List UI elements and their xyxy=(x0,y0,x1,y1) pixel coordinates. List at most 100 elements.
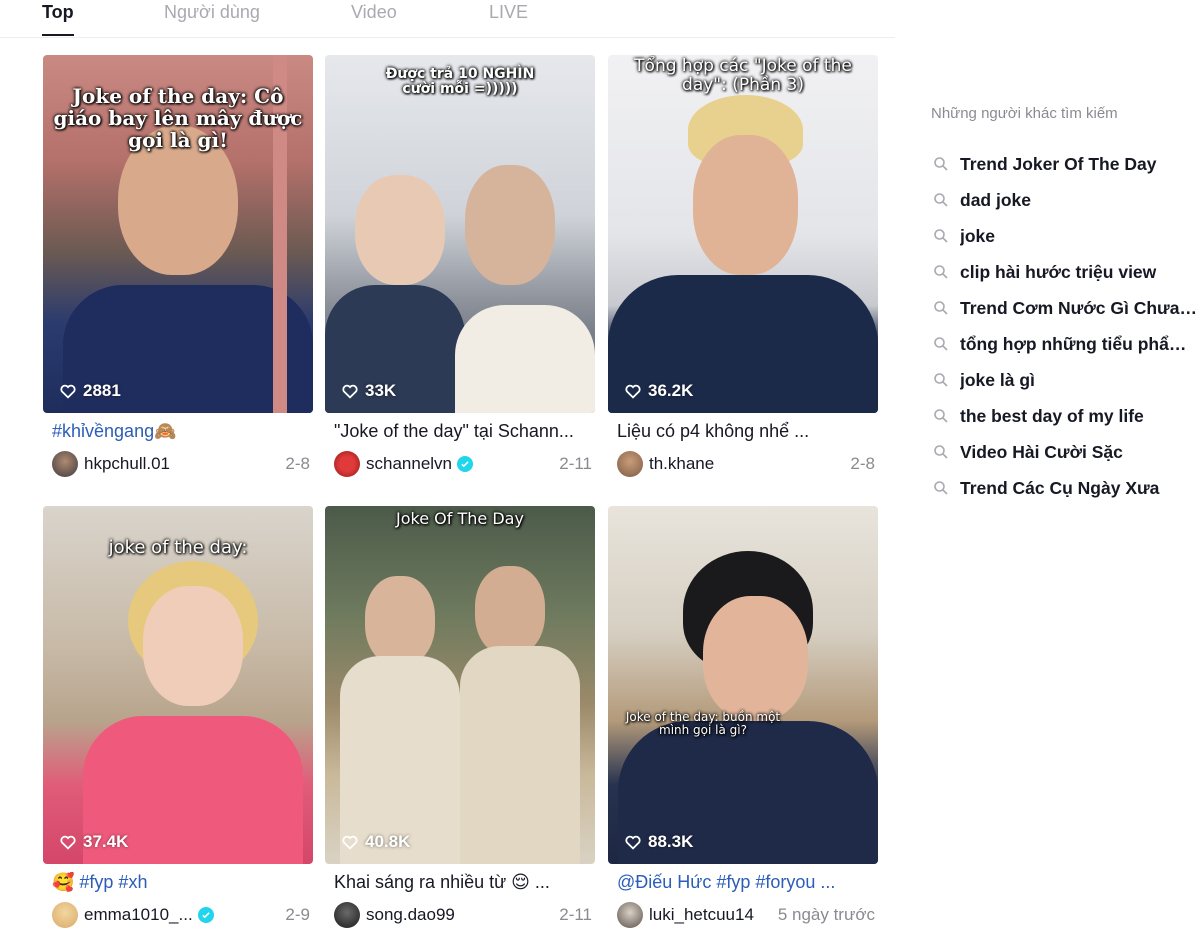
thumbnail-figure xyxy=(475,566,545,656)
search-icon xyxy=(934,157,948,171)
thumbnail-overlay-text: Joke of the day: Cô giáo bay lên mây đượ… xyxy=(53,84,303,152)
username[interactable]: emma1010_... xyxy=(84,905,193,925)
video-caption[interactable]: 🥰 #fyp #xh xyxy=(52,872,310,893)
like-count-value: 2881 xyxy=(83,381,121,400)
search-icon xyxy=(934,265,948,279)
related-search-item[interactable]: Trend Joker Of The Day xyxy=(931,146,1200,182)
post-date: 2-9 xyxy=(285,905,310,924)
like-count-value: 88.3K xyxy=(648,832,694,851)
like-count-value: 37.4K xyxy=(83,832,129,851)
related-search-item[interactable]: tổng hợp những tiểu phẩm ... xyxy=(931,326,1200,362)
avatar[interactable] xyxy=(52,451,78,477)
avatar[interactable] xyxy=(617,902,643,928)
thumbnail-figure xyxy=(465,165,555,285)
related-search-item[interactable]: clip hài hước triệu view xyxy=(931,254,1200,290)
thumbnail-figure xyxy=(460,646,580,864)
avatar[interactable] xyxy=(334,451,360,477)
thumbnail-figure xyxy=(355,175,445,285)
video-caption[interactable]: @Điếu Hức #fyp #foryou ... xyxy=(617,872,875,893)
search-icon xyxy=(934,373,948,387)
verified-check-icon xyxy=(197,907,214,923)
video-meta: th.khane 2-8 xyxy=(617,451,875,477)
thumbnail-figure xyxy=(703,596,808,721)
like-count-value: 36.2K xyxy=(648,381,694,400)
post-date: 2-8 xyxy=(850,454,875,473)
heart-outline-icon xyxy=(342,384,358,399)
video-thumbnail[interactable]: joke of the day: 37.4K xyxy=(43,506,313,864)
like-count-value: 40.8K xyxy=(365,832,411,851)
search-icon xyxy=(934,337,948,351)
thumbnail-figure xyxy=(455,305,595,413)
thumbnail-overlay-text: Tổng hợp các "Joke of the day": (Phần 3) xyxy=(634,56,852,95)
related-search-label: joke là gì xyxy=(960,369,1035,390)
like-count-value: 33K xyxy=(365,381,397,400)
post-date: 2-8 xyxy=(285,454,310,473)
thumbnail-overlay-text: Joke of the day: buồn một mình gọi là gì… xyxy=(625,710,781,738)
avatar[interactable] xyxy=(334,902,360,928)
related-search-label: joke xyxy=(960,225,996,246)
related-searches-list: Trend Joker Of The Day dad joke joke cli… xyxy=(931,146,1200,506)
related-search-item[interactable]: joke xyxy=(931,218,1200,254)
tab-top[interactable]: Top xyxy=(42,2,74,23)
username[interactable]: song.dao99 xyxy=(366,905,455,925)
like-count: 33K xyxy=(341,381,396,401)
like-count: 88.3K xyxy=(624,832,693,852)
username[interactable]: th.khane xyxy=(649,454,714,474)
video-caption[interactable]: #khỉvềngang🙈 xyxy=(52,421,310,442)
video-meta: luki_hetcuu14 5 ngày trước xyxy=(617,902,875,928)
username[interactable]: luki_hetcuu14 xyxy=(649,905,754,925)
related-search-item[interactable]: Video Hài Cười Sặc xyxy=(931,434,1200,470)
related-search-label: Trend Cơm Nước Gì Chưa N... xyxy=(960,297,1200,318)
post-date: 2-11 xyxy=(559,454,592,473)
like-count: 36.2K xyxy=(624,381,693,401)
post-date: 2-11 xyxy=(559,905,592,924)
avatar[interactable] xyxy=(617,451,643,477)
thumbnail-figure xyxy=(693,135,798,275)
video-thumbnail[interactable]: Joke of the day: Cô giáo bay lên mây đượ… xyxy=(43,55,313,413)
username[interactable]: hkpchull.01 xyxy=(84,454,170,474)
related-search-item[interactable]: joke là gì xyxy=(931,362,1200,398)
search-icon xyxy=(934,481,948,495)
related-search-item[interactable]: Trend Các Cụ Ngày Xưa xyxy=(931,470,1200,506)
active-tab-indicator xyxy=(42,34,74,36)
heart-outline-icon xyxy=(60,384,76,399)
tab-users[interactable]: Người dùng xyxy=(164,2,260,23)
video-thumbnail[interactable]: Được trả 10 NGHÌN cười mỗi =))))) 33K xyxy=(325,55,595,413)
search-icon xyxy=(934,193,948,207)
thumbnail-overlay-text: Được trả 10 NGHÌN cười mỗi =))))) xyxy=(385,66,535,98)
verified-check-icon xyxy=(457,456,474,472)
avatar[interactable] xyxy=(52,902,78,928)
related-search-item[interactable]: dad joke xyxy=(931,182,1200,218)
video-caption[interactable]: "Joke of the day" tại Schann... xyxy=(334,421,592,442)
tab-video[interactable]: Video xyxy=(351,2,397,23)
related-search-label: Trend Các Cụ Ngày Xưa xyxy=(960,477,1160,498)
video-meta: song.dao99 2-11 xyxy=(334,902,592,928)
related-search-label: dad joke xyxy=(960,189,1031,210)
related-search-label: Video Hài Cười Sặc xyxy=(960,441,1123,462)
like-count: 2881 xyxy=(59,381,121,401)
thumbnail-figure xyxy=(143,586,243,706)
thumbnail-overlay-text: joke of the day: xyxy=(108,537,248,558)
video-meta: schannelvn 2-11 xyxy=(334,451,592,477)
username[interactable]: schannelvn xyxy=(366,454,452,474)
related-searches-title: Những người khác tìm kiếm xyxy=(931,105,1118,122)
video-meta: hkpchull.01 2-8 xyxy=(52,451,310,477)
heart-outline-icon xyxy=(60,835,76,850)
video-meta: emma1010_... 2-9 xyxy=(52,902,310,928)
related-search-label: the best day of my life xyxy=(960,405,1144,426)
video-thumbnail[interactable]: Tổng hợp các "Joke of the day": (Phần 3)… xyxy=(608,55,878,413)
search-icon xyxy=(934,301,948,315)
search-icon xyxy=(934,409,948,423)
video-thumbnail[interactable]: Joke of the day: buồn một mình gọi là gì… xyxy=(608,506,878,864)
search-tabs: Top Người dùng Video LIVE xyxy=(0,0,895,38)
search-icon xyxy=(934,229,948,243)
video-thumbnail[interactable]: Joke Of The Day 40.8K xyxy=(325,506,595,864)
tab-live[interactable]: LIVE xyxy=(489,2,528,23)
search-icon xyxy=(934,445,948,459)
related-search-label: tổng hợp những tiểu phẩm ... xyxy=(960,333,1200,354)
video-caption[interactable]: Liệu có p4 không nhể ... xyxy=(617,421,875,442)
related-search-item[interactable]: the best day of my life xyxy=(931,398,1200,434)
related-search-item[interactable]: Trend Cơm Nước Gì Chưa N... xyxy=(931,290,1200,326)
heart-outline-icon xyxy=(625,835,641,850)
video-caption[interactable]: Khai sáng ra nhiều từ 😌 ... xyxy=(334,872,592,893)
